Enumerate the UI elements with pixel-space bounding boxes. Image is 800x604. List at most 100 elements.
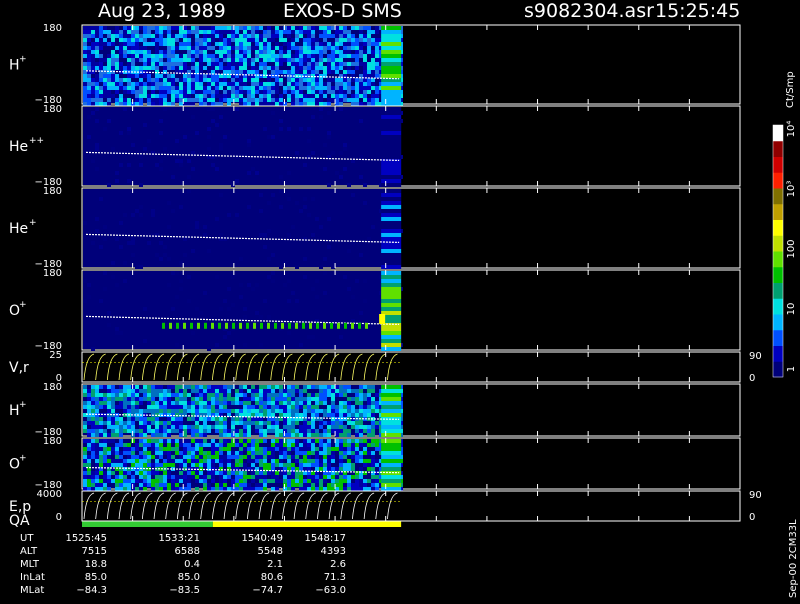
heatmap-cell xyxy=(339,26,343,30)
heatmap-cell xyxy=(187,447,191,451)
heatmap-cell xyxy=(235,26,239,30)
heatmap-cell xyxy=(239,82,243,86)
heatmap-cell xyxy=(199,74,203,78)
heatmap-cell xyxy=(83,279,87,283)
heatmap-cell xyxy=(115,46,119,50)
heatmap-cell xyxy=(319,50,323,54)
heatmap-cell xyxy=(327,58,331,62)
heatmap-cell xyxy=(239,50,243,54)
heatmap-cell xyxy=(271,455,275,459)
heatmap-cell xyxy=(339,455,343,459)
colorbar-swatch xyxy=(773,219,783,236)
heatmap-cell xyxy=(155,393,159,397)
heatmap-cell xyxy=(311,451,315,455)
heatmap-cell xyxy=(235,38,239,42)
heatmap-cell xyxy=(343,94,347,98)
y-tick-label-top: 180 xyxy=(43,23,62,34)
heatmap-cell xyxy=(239,38,243,42)
heatmap-cell xyxy=(231,439,235,443)
heatmap-cell xyxy=(151,78,155,82)
heatmap-cell xyxy=(175,459,179,463)
heatmap-cell xyxy=(287,331,291,335)
heatmap-cell xyxy=(87,54,91,58)
heatmap-cell xyxy=(251,90,255,94)
heatmap-cell xyxy=(215,123,219,127)
heatmap-cell xyxy=(131,82,135,86)
heatmap-cell xyxy=(351,78,355,82)
ephemeris-row-label: MLat xyxy=(20,585,44,596)
heatmap-cell xyxy=(83,62,87,66)
heatmap-cell xyxy=(359,439,363,443)
heatmap-cell xyxy=(381,405,402,409)
heatmap-cell xyxy=(135,433,139,437)
heatmap-cell xyxy=(307,443,311,447)
heatmap-cell xyxy=(171,86,175,90)
heatmap-cell xyxy=(215,393,219,397)
heatmap-cell xyxy=(287,413,291,417)
heatmap-cell xyxy=(83,483,87,487)
heatmap-cell xyxy=(267,26,271,30)
heatmap-cell xyxy=(355,447,359,451)
heatmap-cell xyxy=(299,467,303,471)
heatmap-cell xyxy=(103,433,107,437)
heatmap-cell xyxy=(315,78,319,82)
heatmap-cell xyxy=(381,86,402,90)
heatmap-cell xyxy=(381,213,402,217)
heatmap-cell xyxy=(135,102,139,106)
heatmap-cell xyxy=(167,26,171,30)
heatmap-cell xyxy=(203,74,207,78)
heatmap-cell xyxy=(215,447,219,451)
heatmap-cell xyxy=(227,66,231,70)
heatmap-cell xyxy=(179,58,183,62)
heatmap-cell xyxy=(155,30,159,34)
heatmap-cell xyxy=(231,54,235,58)
heatmap-cell xyxy=(151,42,155,46)
heatmap-cell xyxy=(95,54,99,58)
heatmap-cell xyxy=(91,82,95,86)
heatmap-cell xyxy=(239,78,243,82)
heatmap-cell xyxy=(351,193,355,197)
heatmap-cell xyxy=(339,82,343,86)
heatmap-cell xyxy=(343,425,347,429)
heatmap-cell xyxy=(295,413,299,417)
heatmap-cell xyxy=(239,443,243,447)
heatmap-cell xyxy=(283,443,287,447)
heatmap-cell xyxy=(295,385,299,389)
heatmap-cell xyxy=(207,459,211,463)
heatmap-cell xyxy=(287,127,291,131)
heatmap-cell xyxy=(251,94,255,98)
heatmap-cell xyxy=(171,409,175,413)
heatmap-cell xyxy=(175,159,179,163)
heatmap-cell xyxy=(215,42,219,46)
heatmap-cell xyxy=(347,421,351,425)
heatmap-cell xyxy=(191,417,195,421)
heatmap-cell xyxy=(231,26,235,30)
heatmap-cell xyxy=(95,433,99,437)
heatmap-cell xyxy=(311,393,315,397)
heatmap-cell xyxy=(87,135,91,139)
heatmap-cell xyxy=(375,447,379,451)
heatmap-cell xyxy=(111,479,115,483)
heatmap-cell xyxy=(111,393,115,397)
heatmap-cell xyxy=(355,475,359,479)
heatmap-cell xyxy=(267,86,271,90)
heatmap-cell xyxy=(163,253,167,257)
heatmap-cell xyxy=(239,385,243,389)
heatmap-cell xyxy=(251,78,255,82)
heatmap-cell xyxy=(381,335,402,339)
heatmap-cell xyxy=(343,389,347,393)
heatmap-cell xyxy=(127,471,131,475)
heatmap-cell xyxy=(231,30,235,34)
heatmap-cell xyxy=(147,102,151,106)
heatmap-cell xyxy=(195,463,199,467)
heatmap-cell xyxy=(311,405,315,409)
heatmap-cell xyxy=(288,322,291,329)
heatmap-cell xyxy=(381,265,402,269)
heatmap-cell xyxy=(343,143,347,147)
heatmap-cell xyxy=(155,34,159,38)
heatmap-cell xyxy=(195,479,199,483)
heatmap-cell xyxy=(279,439,283,443)
heatmap-cell xyxy=(155,58,159,62)
colorbar-swatch xyxy=(773,140,783,157)
heatmap-cell xyxy=(163,439,167,443)
